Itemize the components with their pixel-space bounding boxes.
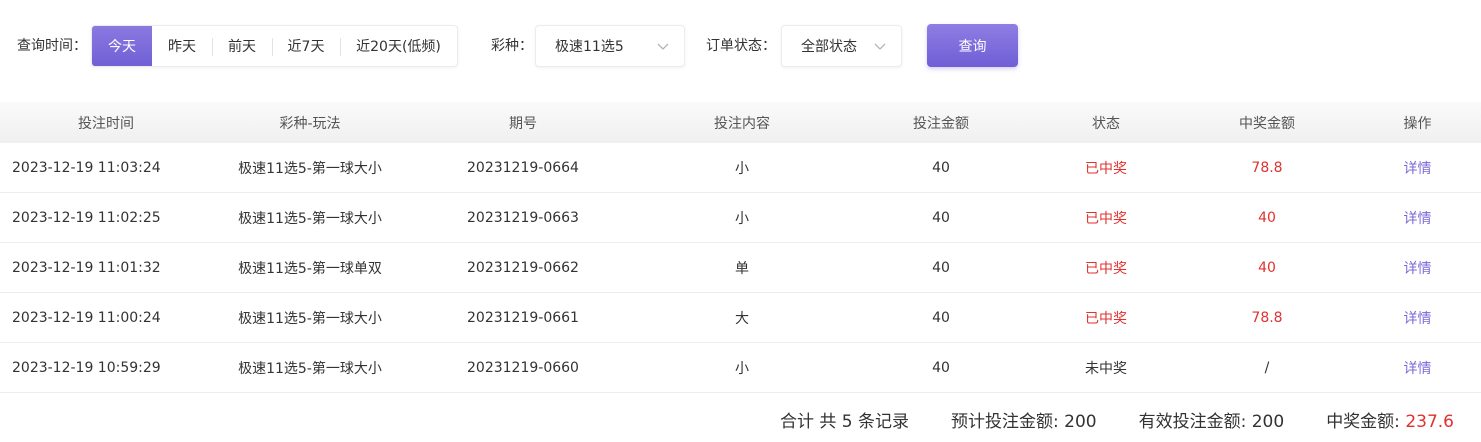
cell-amount: 40	[932, 159, 950, 176]
cell-content: 小	[735, 160, 749, 177]
time-option-today[interactable]: 今天	[92, 26, 152, 66]
cell-content: 小	[735, 360, 749, 377]
header-win-amount: 中奖金额	[1239, 115, 1295, 132]
header-lottery-play: 彩种-玩法	[279, 115, 341, 132]
status-select[interactable]: 全部状态	[781, 25, 902, 67]
cell-win: 40	[1258, 209, 1276, 226]
detail-link[interactable]: 详情	[1358, 258, 1477, 278]
time-option-20-days[interactable]: 近20天(低频)	[340, 26, 457, 66]
summary-win-value: 237.6	[1405, 412, 1454, 432]
chevron-down-icon	[874, 43, 886, 50]
cell-play: 极速11选5-第一球单双	[238, 260, 382, 277]
summary-bar: 合计 共 5 条记录 预计投注金额: 200 有效投注金额: 200 中奖金额:…	[780, 407, 1454, 432]
time-range-segmented: 今天 昨天 前天 近7天 近20天(低频)	[91, 25, 458, 67]
detail-link[interactable]: 详情	[1358, 158, 1477, 178]
time-option-yesterday[interactable]: 昨天	[152, 26, 212, 66]
status-select-value: 全部状态	[801, 39, 857, 55]
cell-amount: 40	[932, 259, 950, 276]
query-button[interactable]: 查询	[927, 24, 1018, 67]
lottery-select-value: 极速11选5	[555, 39, 624, 55]
time-option-day-before[interactable]: 前天	[212, 26, 272, 66]
table-row: 2023-12-19 11:03:24 极速11选5-第一球大小 2023121…	[0, 143, 1481, 193]
status-filter-label: 订单状态：	[706, 38, 776, 54]
cell-status: 未中奖	[1085, 360, 1127, 377]
cell-amount: 40	[932, 359, 950, 376]
lottery-filter-label: 彩种：	[491, 38, 533, 54]
table-row: 2023-12-19 11:01:32 极速11选5-第一球单双 2023121…	[0, 243, 1481, 293]
header-bet-amount: 投注金额	[913, 115, 969, 132]
table-row: 2023-12-19 11:00:24 极速11选5-第一球大小 2023121…	[0, 293, 1481, 343]
cell-win: 78.8	[1251, 159, 1283, 176]
summary-expected-label: 预计投注金额:	[951, 412, 1065, 432]
summary-effective: 有效投注金额: 200	[1139, 407, 1285, 432]
summary-effective-label: 有效投注金额:	[1138, 412, 1252, 432]
chevron-down-icon	[657, 43, 669, 50]
cell-win: 78.8	[1251, 309, 1283, 326]
summary-expected-value: 200	[1064, 412, 1097, 432]
cell-play: 极速11选5-第一球大小	[238, 160, 382, 177]
cell-time: 2023-12-19 11:01:32	[12, 259, 161, 276]
cell-content: 单	[735, 260, 749, 277]
header-bet-time: 投注时间	[78, 115, 134, 132]
cell-status: 已中奖	[1085, 310, 1127, 327]
filter-bar: 查询时间： 今天 昨天 前天 近7天 近20天(低频) 彩种： 极速11选5 订…	[0, 0, 1481, 92]
cell-issue: 20231219-0664	[467, 159, 579, 176]
summary-win-label: 中奖金额:	[1326, 412, 1406, 432]
orders-table: 投注时间 彩种-玩法 期号 投注内容 投注金额 状态 中奖金额 操作 2023-…	[0, 102, 1481, 393]
header-bet-content: 投注内容	[714, 115, 770, 132]
cell-issue: 20231219-0661	[467, 309, 579, 326]
cell-amount: 40	[932, 209, 950, 226]
cell-content: 大	[735, 310, 749, 327]
table-row: 2023-12-19 10:59:29 极速11选5-第一球大小 2023121…	[0, 343, 1481, 393]
cell-win: /	[1264, 359, 1270, 376]
table-row: 2023-12-19 11:02:25 极速11选5-第一球大小 2023121…	[0, 193, 1481, 243]
detail-link[interactable]: 详情	[1358, 208, 1477, 228]
cell-time: 2023-12-19 11:03:24	[12, 159, 161, 176]
detail-link[interactable]: 详情	[1358, 308, 1477, 328]
cell-issue: 20231219-0662	[467, 259, 579, 276]
cell-time: 2023-12-19 10:59:29	[12, 359, 161, 376]
cell-time: 2023-12-19 11:02:25	[12, 209, 161, 226]
cell-content: 小	[735, 210, 749, 227]
cell-status: 已中奖	[1085, 160, 1127, 177]
header-action: 操作	[1403, 115, 1432, 132]
summary-total: 合计 共 5 条记录	[779, 412, 909, 432]
detail-link[interactable]: 详情	[1358, 358, 1477, 378]
cell-play: 极速11选5-第一球大小	[238, 210, 382, 227]
cell-status: 已中奖	[1085, 210, 1127, 227]
cell-issue: 20231219-0663	[467, 209, 579, 226]
time-filter-label: 查询时间：	[17, 38, 87, 54]
cell-win: 40	[1258, 259, 1276, 276]
cell-amount: 40	[932, 309, 950, 326]
summary-win: 中奖金额: 237.6	[1326, 407, 1454, 432]
cell-time: 2023-12-19 11:00:24	[12, 309, 161, 326]
cell-play: 极速11选5-第一球大小	[238, 360, 382, 377]
summary-expected: 预计投注金额: 200	[951, 407, 1097, 432]
cell-status: 已中奖	[1085, 260, 1127, 277]
cell-issue: 20231219-0660	[467, 359, 579, 376]
time-option-7-days[interactable]: 近7天	[272, 26, 340, 66]
header-status: 状态	[1092, 115, 1120, 132]
table-header: 投注时间 彩种-玩法 期号 投注内容 投注金额 状态 中奖金额 操作	[0, 102, 1481, 143]
header-issue: 期号	[509, 115, 537, 132]
lottery-select[interactable]: 极速11选5	[535, 25, 685, 67]
summary-effective-value: 200	[1251, 412, 1285, 432]
cell-play: 极速11选5-第一球大小	[238, 310, 382, 327]
